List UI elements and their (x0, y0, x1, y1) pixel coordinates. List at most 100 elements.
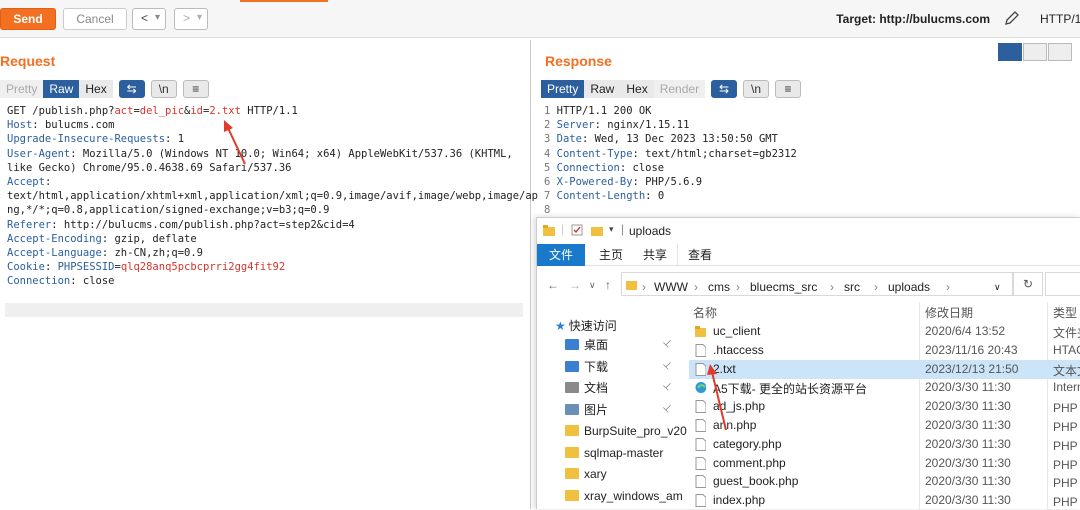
edit-target-icon[interactable] (1004, 10, 1020, 30)
address-bar[interactable]: › WWW › cms › bluecms_src › src › uploads › ∨ (621, 272, 1013, 296)
header-value: like Gecko) Chrome/95.0.4638.69 Safari/5… (7, 161, 292, 174)
file-row[interactable]: A5下载- 更全的站长资源平台 2020/3/30 11:30 Intern (689, 378, 1080, 397)
breadcrumb-item[interactable]: WWW (654, 280, 688, 294)
request-editor[interactable]: GET /publish.php?act=del_pic&id=2.txt HT… (7, 104, 538, 289)
sidebar-item[interactable]: 桌面 (565, 335, 608, 355)
column-header-type[interactable]: 类型 (1053, 304, 1077, 321)
properties-icon[interactable] (571, 224, 583, 236)
breadcrumb-item[interactable]: bluecms_src (750, 280, 817, 294)
cancel-button[interactable]: Cancel (63, 8, 127, 30)
request-line: Accept-Encoding: gzip, deflate (7, 232, 538, 246)
breadcrumb-separator-icon[interactable]: › (694, 280, 698, 294)
file-icon (695, 400, 706, 414)
refresh-icon[interactable]: ↻ (1013, 272, 1043, 296)
response-tab-render[interactable]: Render (653, 80, 706, 98)
sidebar-item[interactable]: xary (565, 464, 607, 484)
breadcrumb-separator-icon[interactable]: › (830, 280, 834, 294)
breadcrumb-separator-icon[interactable]: › (946, 280, 950, 294)
show-newlines-icon[interactable]: \n (150, 80, 177, 98)
quick-access-dropdown-icon[interactable]: ▾ (609, 224, 614, 235)
ribbon-tab-view[interactable]: 查看 (677, 244, 722, 266)
header-value: http://bulucms.com/publish.php?act=step2… (57, 218, 355, 231)
request-menu-icon[interactable]: ≡ (182, 80, 209, 98)
sidebar-item[interactable]: xray_windows_am (565, 486, 683, 506)
file-row[interactable]: ad_js.php 2020/3/30 11:30 PHP 文 (689, 397, 1080, 416)
file-type: PHP 文 (1053, 420, 1080, 434)
breadcrumb-separator-icon[interactable]: › (736, 280, 740, 294)
response-tab-raw[interactable]: Raw (584, 80, 621, 98)
forward-button[interactable]: > ▾ (174, 8, 208, 30)
file-row[interactable]: uc_client 2020/6/4 13:52 文件夹 (689, 322, 1080, 341)
file-row[interactable]: .htaccess 2023/11/16 20:43 HTAC (689, 341, 1080, 360)
layout-top-bottom-icon[interactable] (1023, 43, 1047, 61)
up-arrow-icon[interactable]: ↑ (605, 278, 611, 292)
file-row[interactable]: comment.php 2020/3/30 11:30 PHP 文 (689, 454, 1080, 473)
layout-side-by-side-icon[interactable] (998, 43, 1022, 61)
sidebar-item-label: xray_windows_am (584, 488, 683, 503)
header-name: Server (556, 119, 595, 132)
send-button[interactable]: Send (0, 8, 56, 30)
response-line: 7 Content-Length: 0 (544, 189, 797, 203)
header-name: Cookie (7, 261, 45, 274)
address-dropdown-icon[interactable]: ∨ (994, 282, 1001, 293)
file-row[interactable]: category.php 2020/3/30 11:30 PHP 文 (689, 435, 1080, 454)
ribbon-tab-file[interactable]: 文件 (537, 244, 585, 266)
request-line: Referer: http://bulucms.com/publish.php?… (7, 218, 538, 232)
sidebar-item[interactable]: 图片 (565, 400, 608, 420)
pin-icon[interactable]: ⊥ (660, 337, 674, 351)
response-wrap-lines-icon[interactable]: ⇆ (711, 80, 738, 98)
ribbon-tab-home[interactable]: 主页 (589, 244, 633, 266)
file-date: 2020/3/30 11:30 (925, 493, 1011, 508)
pin-icon[interactable]: ⊥ (660, 401, 674, 415)
wrap-lines-icon[interactable]: ⇆ (118, 80, 145, 98)
back-arrow-icon[interactable]: ← (547, 278, 559, 292)
recent-dropdown-icon[interactable]: ∨ (589, 280, 596, 291)
response-editor[interactable]: 1 HTTP/1.1 200 OK 2 Server: nginx/1.15.11… (544, 104, 797, 218)
breadcrumb-item[interactable]: cms (708, 280, 730, 294)
pin-icon[interactable]: ⊥ (660, 380, 674, 394)
sidebar-icon (565, 403, 579, 415)
sidebar-item[interactable]: 文档 (565, 378, 608, 398)
request-tab-hex[interactable]: Hex (79, 80, 113, 98)
new-folder-icon[interactable] (591, 225, 603, 236)
back-button[interactable]: < ▾ (132, 8, 166, 30)
breadcrumb-separator-icon[interactable]: › (874, 280, 878, 294)
pin-icon[interactable]: ⊥ (660, 358, 674, 372)
file-icon (695, 456, 706, 470)
sidebar-item[interactable]: sqlmap-master (565, 443, 663, 463)
request-tab-raw[interactable]: Raw (43, 80, 80, 98)
file-name: A5下载- 更全的站长资源平台 (713, 382, 868, 397)
file-type: PHP 文 (1053, 438, 1080, 453)
column-header-name[interactable]: 名称 (693, 304, 717, 321)
column-header-date[interactable]: 修改日期 (925, 304, 973, 321)
response-line: 5 Connection: close (544, 161, 797, 175)
quick-access-item[interactable]: ★ 快速访问 (555, 316, 617, 336)
file-icon (695, 343, 706, 357)
sidebar-icon (565, 360, 579, 372)
file-row[interactable]: index.php 2020/3/30 11:30 PHP 文 (689, 491, 1080, 510)
layout-tabs-icon[interactable] (1048, 43, 1072, 61)
sidebar-item-label: 桌面 (584, 338, 609, 352)
response-line: 3 Date: Wed, 13 Dec 2023 13:50:50 GMT (544, 132, 797, 146)
breadcrumb-item[interactable]: src (844, 280, 860, 294)
sidebar-item[interactable]: 下载 (565, 357, 608, 377)
search-input[interactable] (1045, 272, 1080, 296)
back-dropdown-icon[interactable]: ▾ (155, 12, 160, 23)
forward-dropdown-icon[interactable]: ▾ (197, 12, 202, 23)
file-row[interactable]: ann.php 2020/3/30 11:30 PHP 文 (689, 416, 1080, 435)
request-line: GET /publish.php?act=del_pic&id=2.txt HT… (7, 104, 538, 118)
request-tab-pretty[interactable]: Pretty (0, 80, 44, 98)
response-show-newlines-icon[interactable]: \n (743, 80, 770, 98)
response-tab-hex[interactable]: Hex (620, 80, 654, 98)
response-menu-icon[interactable]: ≡ (775, 80, 802, 98)
forward-arrow-icon[interactable]: → (569, 278, 581, 292)
sidebar-item[interactable]: BurpSuite_pro_v20 (565, 421, 687, 441)
breadcrumb-item[interactable]: uploads (888, 280, 930, 294)
file-row[interactable]: guest_book.php 2020/3/30 11:30 PHP 文 (689, 472, 1080, 491)
edge-shortcut-icon (695, 382, 706, 394)
header-value: GET /publish.php? (7, 105, 115, 117)
ribbon-tab-share[interactable]: 共享 (633, 244, 677, 266)
response-tab-pretty[interactable]: Pretty (541, 80, 585, 98)
file-row[interactable]: 2.txt 2023/12/13 21:50 文本文 (689, 359, 1080, 379)
file-type: PHP 文 (1053, 457, 1080, 472)
